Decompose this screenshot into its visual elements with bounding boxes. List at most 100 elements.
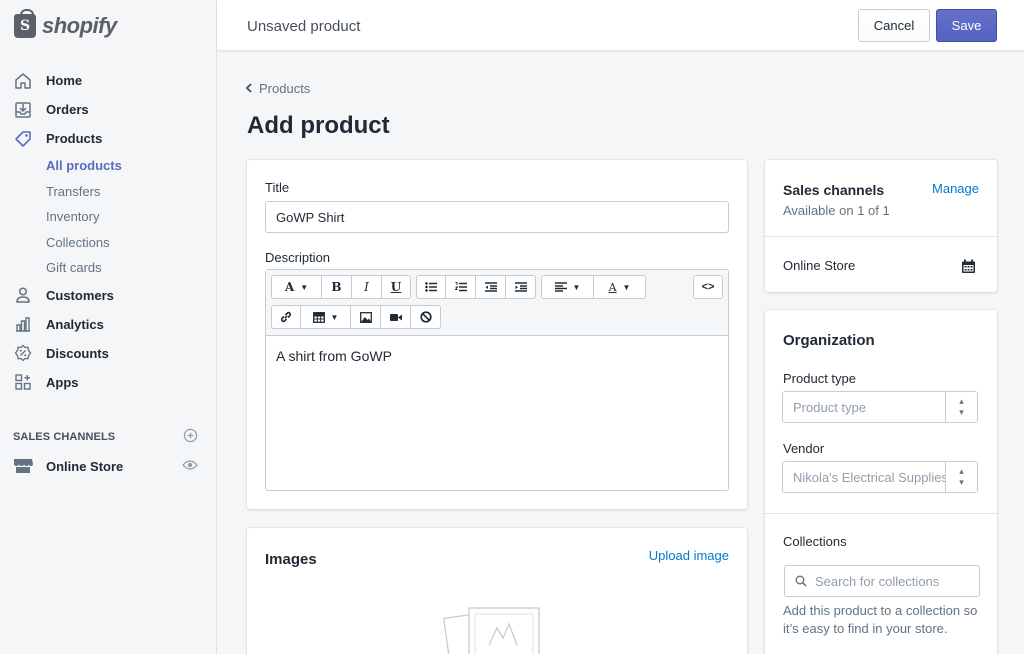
sub-item-all-products[interactable]: All products (0, 153, 216, 179)
collections-help-text: Add this product to a collection so it’s… (783, 603, 978, 636)
underline-button[interactable]: U (382, 275, 411, 299)
shopify-logo[interactable]: S shopify (0, 0, 216, 51)
nav-item-apps[interactable]: Apps (0, 368, 216, 397)
description-editor: A ▼ B I U ▼ A ▼ <> ▼ A shirt from GoWP (265, 269, 729, 491)
caret-down-icon: ▼ (300, 282, 309, 292)
organization-divider (765, 513, 997, 514)
align-button[interactable]: ▼ (541, 275, 594, 299)
nav-label-customers: Customers (46, 287, 114, 303)
save-button[interactable]: Save (936, 9, 997, 42)
insert-image-button[interactable] (351, 305, 381, 329)
nav-label-home: Home (46, 73, 83, 88)
sub-item-gift-cards[interactable]: Gift cards (0, 255, 216, 281)
insert-link-button[interactable] (271, 305, 301, 329)
image-icon (359, 311, 372, 323)
insert-video-button[interactable] (381, 305, 411, 329)
product-type-placeholder: Product type (793, 399, 866, 415)
collections-placeholder: Search for collections (815, 573, 940, 589)
select-arrows-icon[interactable]: ▴ ▾ (945, 392, 977, 422)
indent-icon (514, 282, 527, 292)
upload-image-link[interactable]: Upload image (649, 548, 729, 563)
logo-letter: S (20, 17, 31, 34)
shopify-bag-icon: S (14, 8, 36, 38)
organization-heading: Organization (783, 332, 875, 349)
calendar-icon[interactable] (961, 259, 976, 277)
indent-button[interactable] (506, 275, 536, 299)
add-channel-icon[interactable] (183, 428, 198, 446)
customers-icon (12, 285, 34, 305)
sales-channels-card-heading: Sales channels (783, 182, 885, 198)
font-size-button[interactable]: A ▼ (271, 275, 322, 299)
video-icon (389, 313, 402, 321)
numbered-list-button[interactable] (446, 275, 476, 299)
sales-channels-heading: SALES CHANNELS (13, 428, 198, 446)
top-bar: Unsaved product Cancel Save (217, 0, 1024, 51)
sales-card-divider (765, 236, 997, 237)
page-title: Add product (247, 112, 390, 139)
align-left-icon (554, 282, 567, 292)
collections-search-input[interactable]: Search for collections (784, 565, 980, 597)
caret-down-icon: ▼ (330, 312, 339, 322)
sub-item-inventory[interactable]: Inventory (0, 204, 216, 230)
html-view-button[interactable]: <> (693, 275, 723, 299)
description-text[interactable]: A shirt from GoWP (276, 348, 392, 364)
text-color-icon: A (608, 280, 617, 294)
breadcrumb-label: Products (259, 81, 311, 96)
bold-icon: B (331, 280, 342, 294)
bold-button[interactable]: B (322, 275, 352, 299)
vendor-combobox[interactable]: Nikola's Electrical Supplies ▴ ▾ (782, 461, 978, 493)
vendor-label: Vendor (783, 441, 825, 456)
select-arrows-icon[interactable]: ▴ ▾ (945, 462, 977, 492)
sub-item-transfers[interactable]: Transfers (0, 179, 216, 205)
nav-label-discounts: Discounts (46, 345, 109, 361)
nav-item-customers[interactable]: Customers (0, 281, 216, 310)
main-nav: Home Orders Products All products Transf… (0, 66, 216, 397)
clear-format-icon (419, 311, 432, 323)
italic-icon: I (364, 280, 369, 294)
nav-item-products[interactable]: Products (0, 124, 216, 153)
caret-down-icon: ▼ (572, 282, 581, 292)
manage-link[interactable]: Manage (932, 181, 979, 196)
title-input[interactable]: GoWP Shirt (265, 201, 729, 233)
insert-table-button[interactable]: ▼ (301, 305, 351, 329)
clear-formatting-button[interactable] (411, 305, 441, 329)
title-input-value: GoWP Shirt (276, 209, 345, 225)
vendor-value: Nikola's Electrical Supplies (793, 469, 947, 485)
outdent-button[interactable] (476, 275, 506, 299)
online-store-channel: Online Store (783, 258, 856, 273)
nav-label-orders: Orders (46, 102, 89, 117)
table-icon (312, 311, 325, 323)
code-icon: <> (701, 281, 715, 293)
title-label: Title (265, 180, 290, 195)
sidebar-item-online-store[interactable]: Online Store (12, 455, 198, 477)
sidebar: S shopify Home Orders Products All produ… (0, 0, 217, 654)
nav-item-home[interactable]: Home (0, 66, 216, 95)
online-store-label: Online Store (46, 458, 124, 474)
text-color-button[interactable]: A ▼ (594, 275, 646, 299)
breadcrumb[interactable]: Products (245, 81, 310, 96)
cancel-button[interactable]: Cancel (858, 9, 930, 42)
sub-item-collections[interactable]: Collections (0, 230, 216, 256)
underline-icon: U (390, 280, 402, 294)
nav-item-discounts[interactable]: Discounts (0, 339, 216, 368)
italic-button[interactable]: I (352, 275, 382, 299)
eye-icon[interactable] (182, 459, 198, 474)
nav-item-analytics[interactable]: Analytics (0, 310, 216, 339)
apps-icon (12, 372, 34, 392)
bullet-list-icon (425, 282, 437, 292)
sales-channels-card: Sales channels Manage Available on 1 of … (765, 160, 997, 292)
product-type-combobox[interactable]: Product type ▴ ▾ (782, 391, 978, 423)
nav-label-products: Products (46, 131, 103, 146)
tag-icon (12, 129, 34, 149)
editor-toolbar: A ▼ B I U ▼ A ▼ <> ▼ (266, 270, 728, 336)
organization-card: Organization Product type Product type ▴… (765, 310, 997, 654)
chevron-left-icon (245, 81, 253, 96)
description-label: Description (265, 250, 331, 265)
nav-label-apps: Apps (46, 374, 79, 390)
image-placeholder-illustration (439, 600, 559, 654)
nav-item-orders[interactable]: Orders (0, 95, 216, 124)
outdent-icon (484, 282, 497, 292)
product-type-label: Product type (783, 371, 856, 386)
bullet-list-button[interactable] (416, 275, 446, 299)
nav-label-analytics: Analytics (46, 316, 104, 332)
